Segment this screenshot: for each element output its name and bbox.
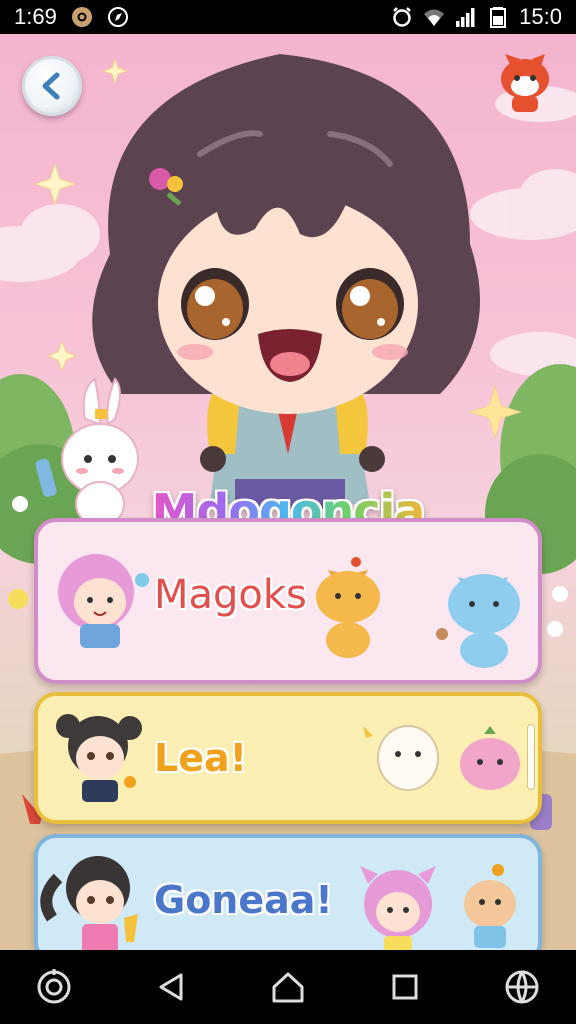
compass-icon: [107, 6, 129, 28]
status-time-right: 15:0: [519, 4, 562, 29]
nav-back-button[interactable]: [149, 965, 193, 1009]
nav-globe-button[interactable]: [500, 965, 544, 1009]
navigation-bar: [0, 950, 576, 1024]
recents-square-icon: [392, 974, 418, 1000]
battery-icon: [487, 6, 509, 28]
menu-card-magoks[interactable]: Magoks: [34, 518, 542, 684]
game-scene: Mdogoncia Magoks Lea! Goneaa!: [0, 34, 576, 950]
status-bar: 1:69 15:0: [0, 0, 576, 34]
menu-card-label: Goneaa!: [154, 878, 333, 922]
chevron-left-icon: [42, 72, 60, 100]
back-button[interactable]: [22, 56, 82, 116]
menu-card-label: Lea!: [154, 736, 247, 780]
menu-card-lea[interactable]: Lea!: [34, 692, 542, 824]
settings-circle-icon: [71, 6, 93, 28]
status-time-left: 1:69: [14, 4, 57, 29]
nav-home-button[interactable]: [266, 965, 310, 1009]
home-icon: [272, 972, 304, 1003]
card-2-characters: [56, 714, 520, 802]
scrollbar-thumb[interactable]: [527, 724, 535, 790]
nav-recents-button[interactable]: [383, 965, 427, 1009]
assistant-button[interactable]: [32, 965, 76, 1009]
globe-icon: [505, 970, 539, 1004]
signal-icon: [455, 6, 477, 28]
menu-card-goneaa[interactable]: Goneaa!: [34, 834, 542, 950]
wifi-icon: [423, 6, 445, 28]
back-triangle-icon: [159, 973, 183, 1001]
assistant-icon: [37, 969, 71, 1004]
main-character: [92, 54, 480, 509]
alarm-icon: [391, 6, 413, 28]
menu-card-label: Magoks: [154, 572, 307, 618]
